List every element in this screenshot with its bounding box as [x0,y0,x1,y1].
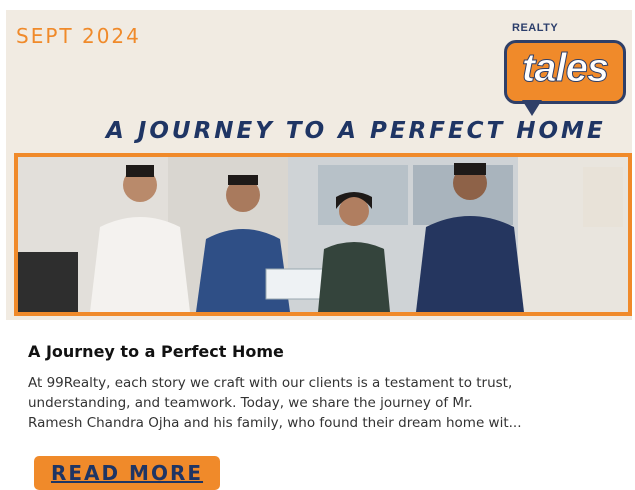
read-more-button[interactable]: READ MORE [34,456,220,490]
article-title: A Journey to a Perfect Home [28,342,284,361]
group-photo-illustration [18,157,628,312]
newsletter-card: SEPT 2024 REALTY tales A JOURNEY TO A PE… [6,10,632,490]
group-photo-image [18,157,628,312]
issue-date: SEPT 2024 [16,24,141,48]
realty-tales-logo: REALTY tales [500,22,632,126]
logo-top-text: REALTY [512,22,559,34]
excerpt-line: Ramesh Chandra Ojha and his family, who … [28,415,522,431]
logo-word: tales [521,46,609,91]
logo-speech-bubble: tales [504,40,626,104]
excerpt-line: understanding, and teamwork. Today, we s… [28,395,473,411]
banner[interactable]: SEPT 2024 REALTY tales A JOURNEY TO A PE… [6,10,632,320]
excerpt-line: At 99Realty, each story we craft with ou… [28,375,513,391]
group-photo-frame [14,153,632,316]
logo-bubble-tail [522,100,542,116]
article-excerpt: At 99Realty, each story we craft with ou… [28,373,628,433]
banner-headline: A JOURNEY TO A PERFECT HOME [106,118,606,144]
